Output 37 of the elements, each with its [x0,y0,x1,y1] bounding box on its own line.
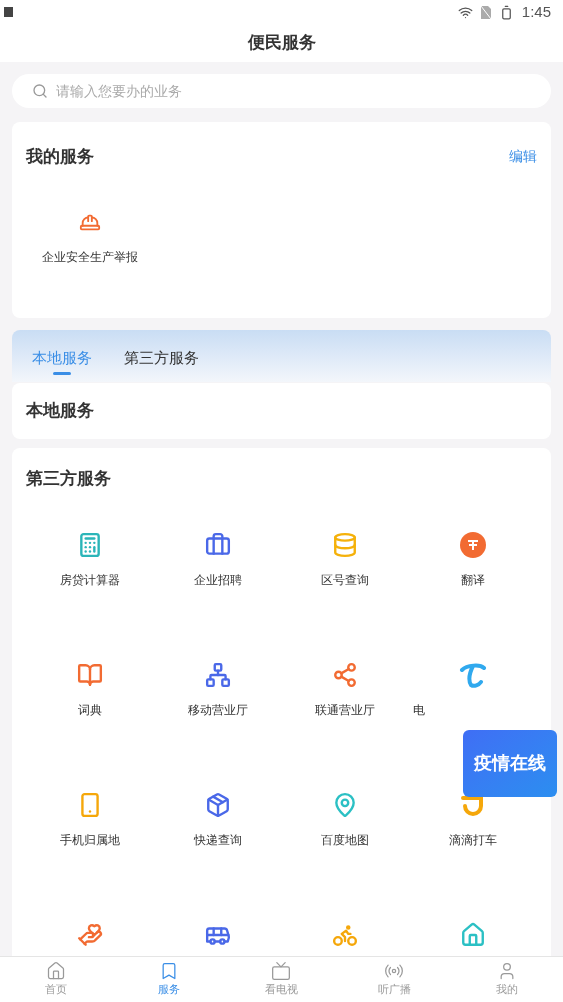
service-label[interactable]: 手机归属地 [59,829,120,850]
home-icon [46,961,67,982]
service-label[interactable]: 移动营业厅 [187,699,248,720]
no-sim-icon [480,5,491,19]
e-logo-icon [459,661,488,688]
service-label[interactable]: 联通营业厅 [315,699,376,720]
service-label[interactable]: 区号查询 [321,569,370,590]
page-title: 便民服务 [247,32,316,55]
notification-icon [4,7,13,17]
clock: 1:45 [521,1,551,22]
service-label[interactable]: 百度地图 [321,829,370,850]
section-title: 我的服务 [26,146,94,168]
service-label[interactable]: 房贷计算器 [59,569,120,590]
search-field[interactable]: 请输入您要办的业务 [12,74,551,108]
caring-hands-icon [76,921,103,948]
service-label[interactable]: 快递查询 [193,829,242,850]
section-title: 本地服务 [26,400,94,423]
service-label[interactable]: 企业招聘 [193,569,242,590]
service-label[interactable]: 词典 [77,699,102,720]
edit-link[interactable]: 编辑 [509,146,537,168]
book-icon [76,661,103,688]
briefcase-icon [204,531,231,558]
translate-icon [460,531,487,558]
parcel-icon [204,791,231,818]
service-label[interactable]: 翻译 [461,569,486,590]
tv-icon [271,961,292,982]
wifi-icon [457,4,473,20]
service-label[interactable]: 电 [413,699,426,720]
house-icon [460,921,487,948]
epidemic-banner[interactable]: 疫情在线 [463,730,557,797]
nav-tab[interactable]: 服务 [112,957,226,1002]
section-title: 第三方服务 [26,469,111,488]
tab[interactable]: 第三方服务 [124,337,199,375]
service-label[interactable]: 滴滴打车 [449,829,498,850]
coin-stack-icon [332,531,359,558]
search-icon [32,83,48,99]
service-label[interactable]: 企业安全生产举报 [41,247,138,266]
